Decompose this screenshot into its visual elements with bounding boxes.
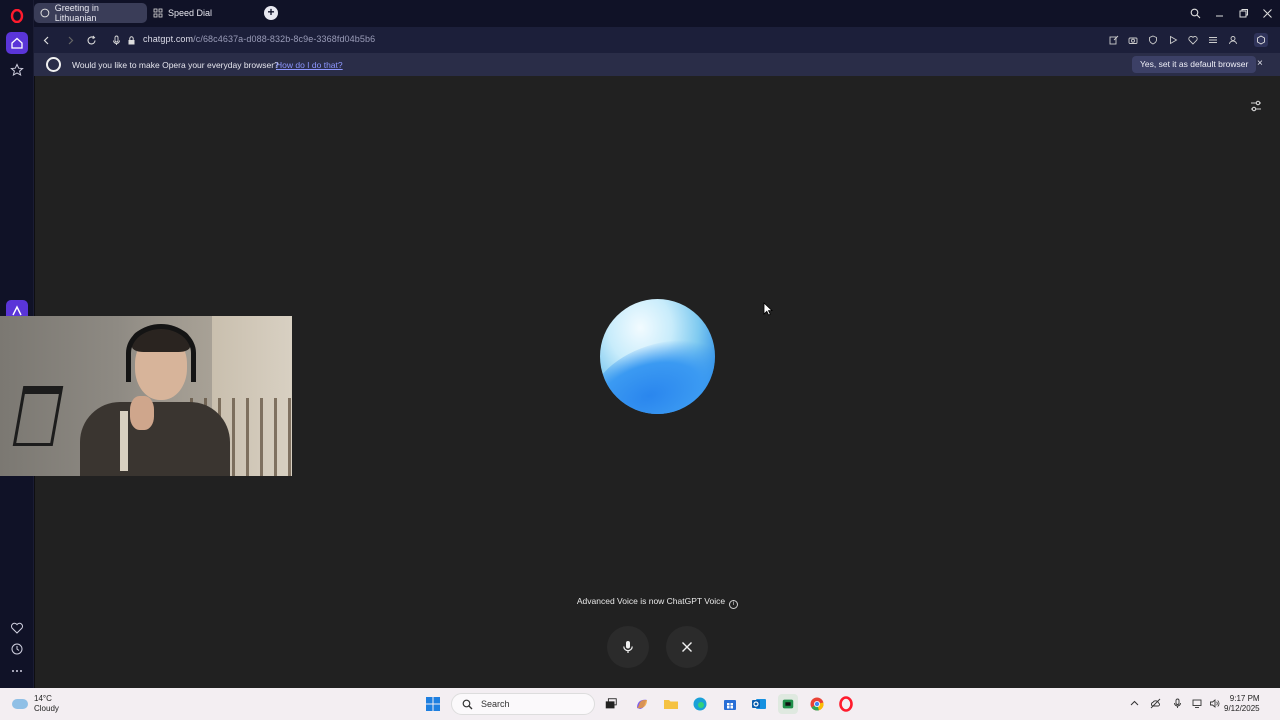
microphone-indicator-icon[interactable] bbox=[108, 32, 124, 48]
settings-sliders-icon[interactable] bbox=[1248, 98, 1264, 114]
how-do-i-link[interactable]: How do I do that? bbox=[276, 60, 343, 70]
default-browser-infobar: Would you like to make Opera your everyd… bbox=[34, 53, 1280, 76]
extensions-icon[interactable] bbox=[1254, 33, 1268, 47]
infobar-message: Would you like to make Opera your everyd… bbox=[72, 60, 279, 70]
end-voice-button[interactable] bbox=[666, 626, 708, 668]
screen: Greeting in Lithuanian Speed Dial + chat… bbox=[0, 0, 1280, 720]
volume-icon[interactable] bbox=[1207, 696, 1221, 710]
history-icon[interactable] bbox=[6, 638, 28, 660]
weather-temp: 14°C bbox=[34, 694, 52, 703]
edge-icon[interactable] bbox=[690, 694, 710, 714]
close-window-icon[interactable] bbox=[1259, 5, 1275, 21]
info-icon[interactable]: i bbox=[729, 600, 739, 609]
edit-icon[interactable] bbox=[1107, 33, 1121, 47]
menu-lines-icon[interactable] bbox=[1206, 33, 1220, 47]
mouse-cursor-icon bbox=[763, 302, 773, 316]
url-host: chatgpt.com bbox=[143, 34, 194, 44]
opera-o-icon bbox=[46, 57, 61, 72]
microphone-button[interactable] bbox=[607, 626, 649, 668]
play-icon[interactable] bbox=[1166, 33, 1180, 47]
webcam-overlay bbox=[0, 316, 292, 476]
chatgpt-favicon-icon bbox=[40, 8, 50, 18]
search-placeholder: Search bbox=[481, 699, 510, 709]
new-tab-button[interactable]: + bbox=[264, 6, 278, 20]
voice-orb bbox=[600, 299, 715, 414]
restore-icon[interactable] bbox=[1235, 5, 1251, 21]
weather-desc: Cloudy bbox=[34, 704, 59, 713]
task-view-icon[interactable] bbox=[601, 694, 621, 714]
search-tabs-icon[interactable] bbox=[1187, 5, 1203, 21]
shield-icon[interactable] bbox=[1146, 33, 1160, 47]
clock-time: 9:17 PM bbox=[1229, 694, 1260, 703]
tab-greeting[interactable]: Greeting in Lithuanian bbox=[34, 3, 147, 23]
url-field[interactable]: chatgpt.com/c/68c4637a-d088-832b-8c9e-33… bbox=[143, 34, 375, 44]
profile-icon[interactable] bbox=[1226, 33, 1240, 47]
infobar-close-button[interactable]: × bbox=[1257, 58, 1263, 69]
clock-date: 9/12/2025 bbox=[1224, 704, 1260, 713]
url-path: /c/68c4637a-d088-832b-8c9e-3368fd04b5b6 bbox=[193, 34, 376, 44]
chrome-icon[interactable] bbox=[807, 694, 827, 714]
address-bar: chatgpt.com/c/68c4637a-d088-832b-8c9e-33… bbox=[34, 27, 1280, 53]
set-default-button[interactable]: Yes, set it as default browser bbox=[1132, 56, 1257, 73]
taskbar-search[interactable]: Search bbox=[451, 693, 595, 715]
star-icon[interactable] bbox=[6, 59, 28, 81]
grid-icon bbox=[153, 8, 163, 18]
terminal-app-icon[interactable] bbox=[778, 694, 798, 714]
outlook-icon[interactable] bbox=[749, 694, 769, 714]
chevron-up-icon[interactable] bbox=[1127, 696, 1141, 710]
camera-icon[interactable] bbox=[1126, 33, 1140, 47]
weather-widget[interactable]: 14°C Cloudy bbox=[12, 694, 59, 714]
minimize-icon[interactable] bbox=[1211, 5, 1227, 21]
heart-outline-icon[interactable] bbox=[1186, 33, 1200, 47]
search-icon bbox=[462, 699, 473, 709]
reload-icon[interactable] bbox=[83, 32, 99, 48]
opera-taskbar-icon[interactable] bbox=[836, 694, 856, 714]
voice-notice: Advanced Voice is now ChatGPT Voice i bbox=[35, 596, 1280, 609]
more-icon[interactable] bbox=[6, 660, 28, 682]
opera-logo-icon[interactable] bbox=[6, 5, 28, 27]
store-icon[interactable] bbox=[720, 694, 740, 714]
tab-label: Greeting in Lithuanian bbox=[54, 3, 99, 23]
tab-strip: Greeting in Lithuanian Speed Dial + bbox=[34, 0, 1280, 27]
windows-start-icon[interactable] bbox=[423, 694, 443, 714]
voice-notice-text: Advanced Voice is now ChatGPT Voice bbox=[576, 596, 726, 606]
network-icon[interactable] bbox=[1190, 696, 1204, 710]
windows-taskbar: 14°C Cloudy Search 9:17 PM 9/12/2025 bbox=[0, 688, 1280, 720]
taskbar-clock[interactable]: 9:17 PM 9/12/2025 bbox=[1224, 694, 1260, 714]
cloud-icon bbox=[12, 699, 28, 709]
microphone-icon bbox=[623, 641, 633, 653]
mic-tray-icon[interactable] bbox=[1170, 696, 1184, 710]
heart-icon[interactable] bbox=[6, 617, 28, 639]
cloud-sync-icon[interactable] bbox=[1148, 696, 1162, 710]
lock-icon[interactable] bbox=[123, 32, 139, 48]
forward-icon[interactable] bbox=[62, 32, 78, 48]
copilot-icon[interactable] bbox=[632, 694, 652, 714]
tab-label: Speed Dial bbox=[168, 8, 213, 18]
tab-speed-dial[interactable]: Speed Dial bbox=[147, 3, 247, 23]
file-explorer-icon[interactable] bbox=[661, 694, 681, 714]
close-icon bbox=[682, 642, 692, 652]
home-icon[interactable] bbox=[6, 32, 28, 54]
back-icon[interactable] bbox=[38, 32, 54, 48]
